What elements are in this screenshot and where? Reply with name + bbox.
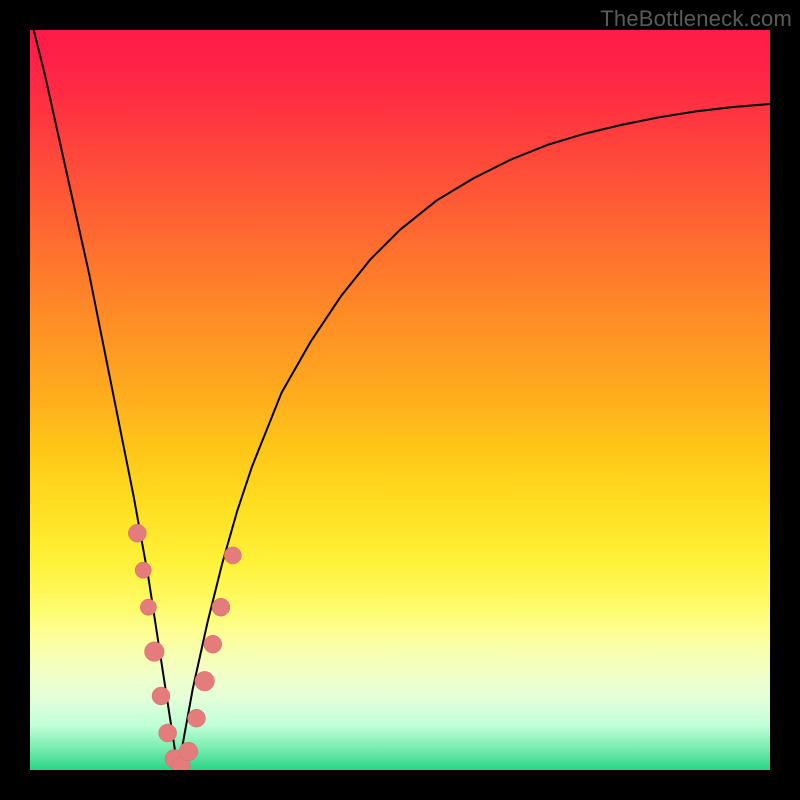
mismatch-curve <box>30 30 770 770</box>
highlight-point <box>188 709 206 727</box>
highlight-point <box>195 671 215 691</box>
highlight-point <box>224 547 241 564</box>
highlight-point <box>204 635 222 653</box>
highlight-point <box>179 742 198 761</box>
highlight-point <box>152 687 170 705</box>
highlight-point <box>145 642 165 662</box>
highlight-point <box>135 562 151 578</box>
watermark-text: TheBottleneck.com <box>600 6 792 32</box>
plot-area <box>30 30 770 770</box>
highlight-point <box>128 524 146 542</box>
highlight-point <box>159 724 177 742</box>
highlight-point <box>212 598 230 616</box>
highlight-point <box>140 599 156 615</box>
chart-svg <box>30 30 770 770</box>
chart-frame: TheBottleneck.com <box>0 0 800 800</box>
